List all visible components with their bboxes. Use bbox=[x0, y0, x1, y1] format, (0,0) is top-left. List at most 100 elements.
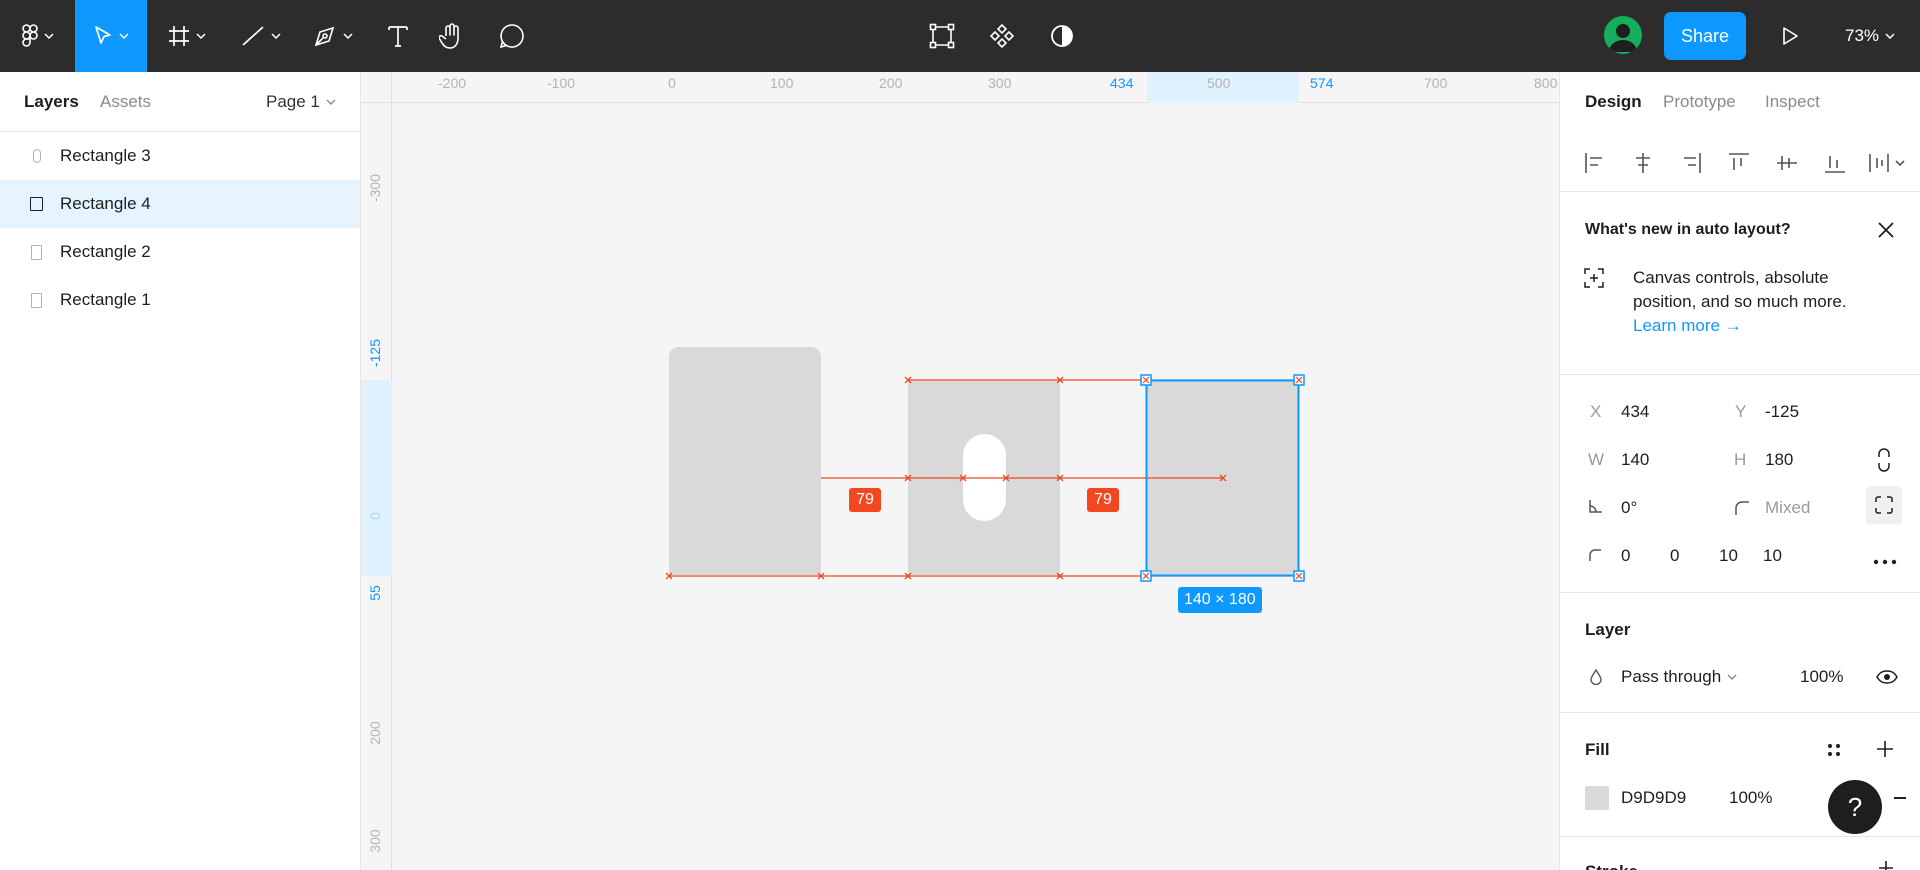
measurement-overlay bbox=[665, 374, 1305, 582]
x-field[interactable]: 434 bbox=[1621, 402, 1649, 422]
eye-icon[interactable] bbox=[1876, 670, 1898, 689]
ruler-tick: 700 bbox=[1424, 75, 1448, 91]
remove-fill-icon[interactable] bbox=[1894, 797, 1906, 799]
line-tool-button[interactable] bbox=[236, 0, 286, 72]
align-horizontal-center-icon[interactable] bbox=[1632, 152, 1654, 179]
corner-bottom-left-field[interactable]: 10 bbox=[1763, 546, 1782, 566]
component-icon bbox=[989, 23, 1015, 49]
mask-button[interactable] bbox=[1042, 0, 1082, 72]
align-top-icon[interactable] bbox=[1728, 152, 1750, 179]
canvas[interactable]: 79 79 140 × 180 bbox=[392, 103, 1559, 870]
width-field[interactable]: 140 bbox=[1621, 450, 1649, 470]
corner-bottom-right-field[interactable]: 10 bbox=[1719, 546, 1738, 566]
avatar[interactable] bbox=[1604, 16, 1642, 54]
layer-row-selected[interactable]: Rectangle 4 bbox=[0, 180, 360, 228]
left-panel-tabs: Layers Assets Page 1 bbox=[0, 72, 360, 132]
fill-section-title: Fill bbox=[1585, 740, 1610, 759]
page-selector[interactable]: Page 1 bbox=[266, 92, 336, 112]
layer-row[interactable]: Rectangle 2 bbox=[0, 228, 360, 276]
rectangle-layer-icon bbox=[31, 293, 42, 308]
more-options-icon[interactable] bbox=[1873, 552, 1897, 570]
ruler-tick-selected: 434 bbox=[1110, 75, 1134, 91]
text-tool-button[interactable] bbox=[378, 0, 418, 72]
zoom-dropdown[interactable]: 73% bbox=[1845, 0, 1895, 72]
ruler-tick: -100 bbox=[547, 75, 576, 91]
corner-radius-field[interactable]: Mixed bbox=[1765, 498, 1810, 518]
comment-tool-button[interactable] bbox=[492, 0, 532, 72]
component-button[interactable] bbox=[982, 0, 1022, 72]
align-right-icon[interactable] bbox=[1680, 152, 1702, 179]
line-icon bbox=[241, 25, 265, 47]
pen-icon bbox=[313, 24, 337, 48]
help-button[interactable]: ? bbox=[1828, 780, 1882, 834]
pen-tool-button[interactable] bbox=[308, 0, 358, 72]
spacing-badge: 79 bbox=[849, 488, 881, 512]
add-fill-icon[interactable] bbox=[1876, 740, 1894, 763]
tab-design[interactable]: Design bbox=[1585, 92, 1642, 112]
tab-layers[interactable]: Layers bbox=[24, 92, 79, 112]
announcement-body: Canvas controls, absolute bbox=[1633, 268, 1829, 287]
rectangle-layer-icon bbox=[31, 245, 42, 260]
main-menu-button[interactable] bbox=[14, 0, 62, 72]
tab-prototype[interactable]: Prototype bbox=[1663, 92, 1736, 112]
announcement-title: What's new in auto layout? bbox=[1585, 221, 1791, 238]
hand-tool-button[interactable] bbox=[432, 0, 472, 72]
constrain-proportions-icon[interactable] bbox=[1876, 448, 1892, 477]
close-icon[interactable] bbox=[1876, 220, 1896, 245]
alignment-toolbar bbox=[1560, 132, 1920, 192]
divider bbox=[1560, 592, 1920, 593]
add-stroke-icon[interactable] bbox=[1878, 860, 1894, 870]
distribute-icon[interactable] bbox=[1868, 152, 1908, 179]
corner-top-right-field[interactable]: 0 bbox=[1670, 546, 1679, 566]
present-button[interactable] bbox=[1770, 0, 1810, 72]
ruler-tick: 300 bbox=[367, 829, 383, 853]
y-field[interactable]: -125 bbox=[1765, 402, 1799, 422]
rotation-field[interactable]: 0° bbox=[1621, 498, 1637, 518]
tab-assets[interactable]: Assets bbox=[100, 92, 151, 112]
fill-hex-field[interactable]: D9D9D9 bbox=[1621, 788, 1686, 808]
zoom-level: 73% bbox=[1845, 26, 1880, 45]
divider bbox=[1560, 836, 1920, 837]
horizontal-ruler bbox=[361, 72, 1559, 103]
layer-label: Rectangle 3 bbox=[60, 146, 151, 165]
fill-opacity-field[interactable]: 100% bbox=[1729, 788, 1772, 808]
chevron-down-icon bbox=[343, 33, 353, 39]
blend-mode-icon bbox=[1589, 668, 1603, 690]
play-icon bbox=[1781, 26, 1799, 46]
frame-icon bbox=[168, 25, 190, 47]
layer-opacity-field[interactable]: 100% bbox=[1800, 667, 1843, 687]
ruler-tick: 500 bbox=[1207, 75, 1231, 91]
layer-section-title: Layer bbox=[1585, 620, 1631, 639]
learn-more-link[interactable]: Learn more → bbox=[1633, 316, 1742, 336]
fill-color-swatch[interactable] bbox=[1585, 786, 1609, 810]
styles-icon[interactable] bbox=[1826, 742, 1842, 763]
corner-top-left-field[interactable]: 0 bbox=[1621, 546, 1630, 566]
independent-corners-button[interactable] bbox=[1866, 486, 1902, 524]
ruler-tick: 0 bbox=[668, 75, 676, 91]
blend-mode-dropdown[interactable]: Pass through bbox=[1621, 667, 1737, 687]
ruler-tick: -200 bbox=[438, 75, 467, 91]
layer-row[interactable]: Rectangle 3 bbox=[0, 132, 360, 180]
tab-inspect[interactable]: Inspect bbox=[1765, 92, 1820, 112]
share-button[interactable]: Share bbox=[1664, 12, 1746, 60]
text-icon bbox=[387, 24, 409, 48]
frame-tool-button[interactable] bbox=[162, 0, 212, 72]
chevron-down-icon bbox=[326, 99, 336, 105]
height-field[interactable]: 180 bbox=[1765, 450, 1793, 470]
ruler-tick-selected: 55 bbox=[367, 585, 383, 601]
layer-row[interactable]: Rectangle 1 bbox=[0, 276, 360, 324]
divider bbox=[1560, 374, 1920, 375]
y-label: Y bbox=[1735, 402, 1747, 421]
align-bottom-icon[interactable] bbox=[1824, 152, 1846, 179]
layer-label: Rectangle 2 bbox=[60, 242, 151, 261]
ruler-tick: 200 bbox=[879, 75, 903, 91]
selection-size-badge: 140 × 180 bbox=[1178, 587, 1262, 613]
align-left-icon[interactable] bbox=[1584, 152, 1606, 179]
ruler-tick: 200 bbox=[367, 721, 383, 745]
comment-icon bbox=[499, 23, 525, 49]
align-vertical-center-icon[interactable] bbox=[1776, 152, 1798, 179]
move-tool-button[interactable] bbox=[75, 0, 147, 72]
chevron-down-icon bbox=[196, 33, 206, 39]
edit-object-button[interactable] bbox=[922, 0, 962, 72]
chevron-down-icon bbox=[1727, 674, 1737, 680]
